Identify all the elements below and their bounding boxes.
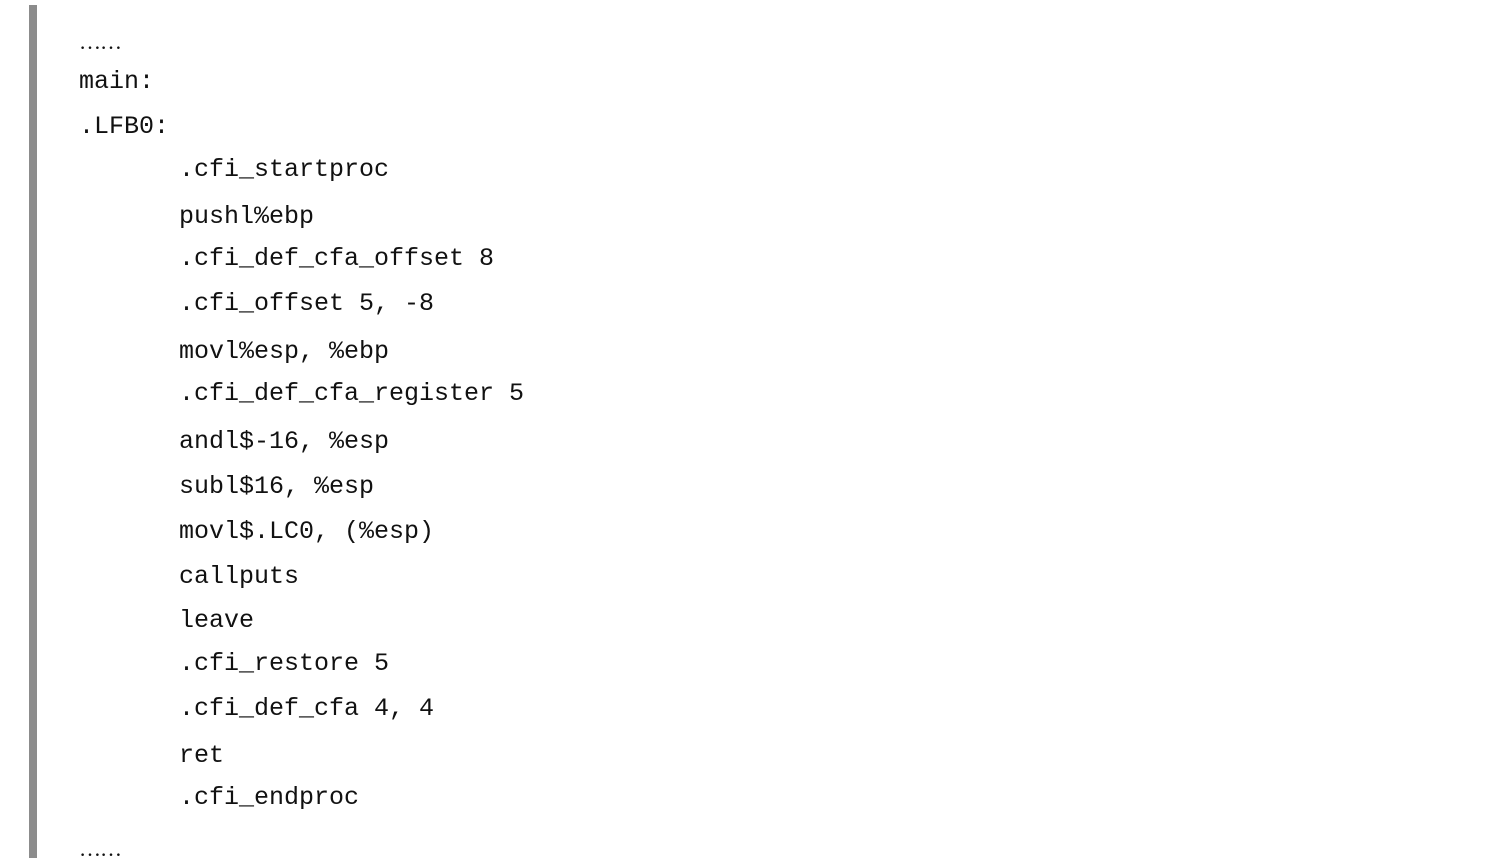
code-line-label-lfb0: .LFB0:: [79, 112, 170, 141]
code-line: ret: [179, 741, 225, 770]
code-line: .cfi_def_cfa 4, 4: [179, 694, 435, 723]
code-line: .cfi_endproc: [179, 783, 360, 812]
code-line: callputs: [179, 562, 300, 591]
code-line: .cfi_restore 5: [179, 649, 390, 678]
code-line: pushl%ebp: [179, 202, 315, 231]
code-line-ellipsis-bottom: ……: [79, 836, 122, 861]
code-line: .cfi_startproc: [179, 155, 390, 184]
code-line: subl$16, %esp: [179, 472, 375, 501]
code-line: leave: [179, 606, 255, 635]
code-line: movl%esp, %ebp: [179, 337, 390, 366]
code-line-ellipsis-top: ……: [79, 29, 122, 54]
code-line-label-main: main:: [79, 67, 155, 96]
code-line: andl$-16, %esp: [179, 427, 390, 456]
code-line: .cfi_def_cfa_offset 8: [179, 244, 495, 273]
code-line: .cfi_def_cfa_register 5: [179, 379, 525, 408]
code-line: .cfi_offset 5, -8: [179, 289, 435, 318]
assembly-code-block: …… main: .LFB0: .cfi_startproc pushl%ebp…: [29, 5, 1469, 861]
code-line: movl$.LC0, (%esp): [179, 517, 435, 546]
